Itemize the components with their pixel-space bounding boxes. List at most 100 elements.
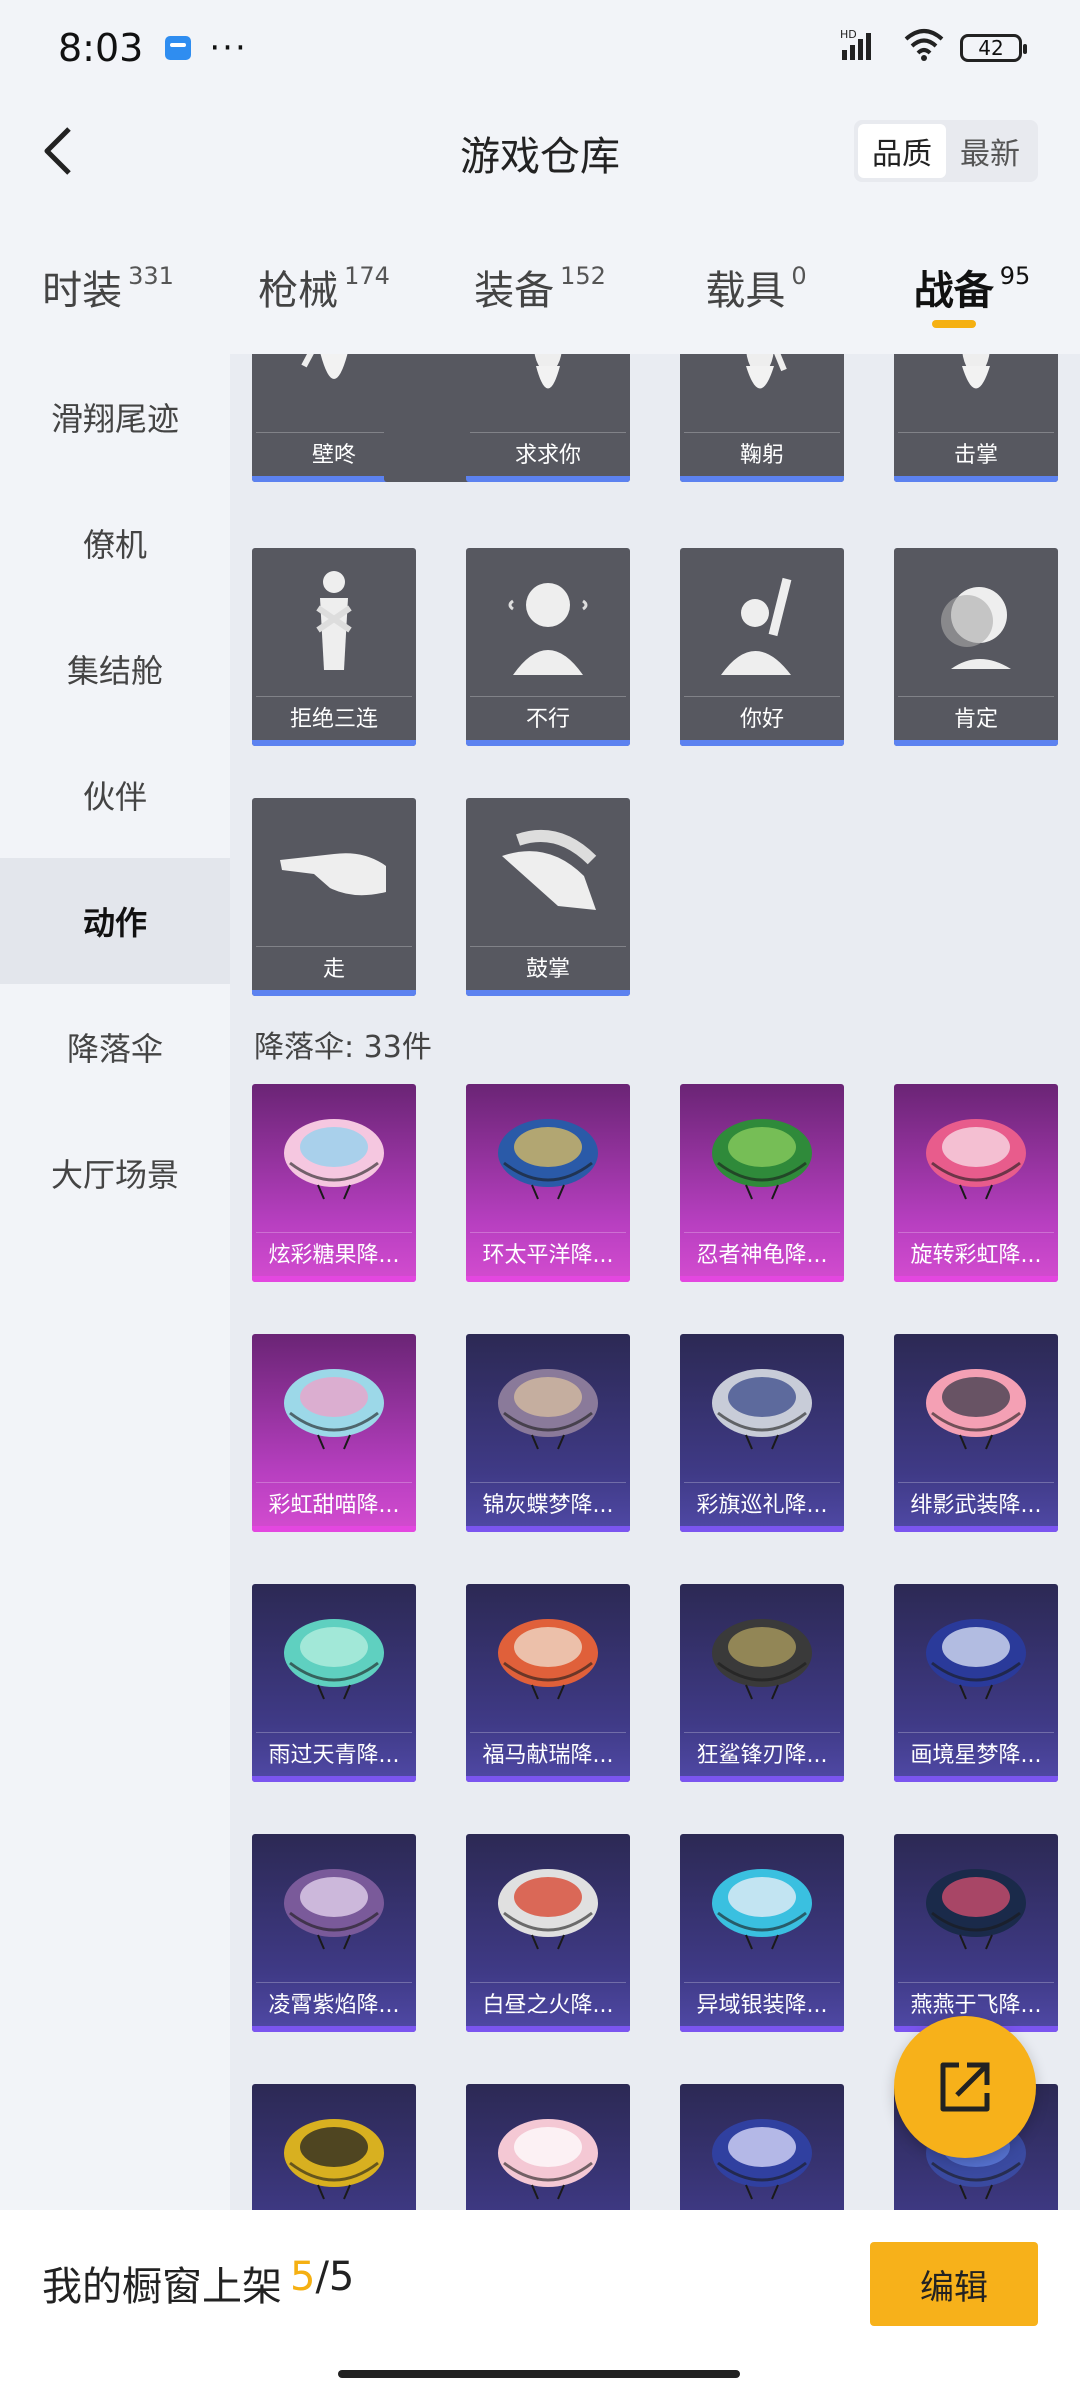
parachute-canopy-icon	[680, 1334, 844, 1478]
emote-figure-icon	[680, 354, 844, 428]
emote-card[interactable]: 不行	[466, 548, 630, 746]
parachute-card[interactable]	[466, 2084, 630, 2210]
emote-name: 走	[256, 946, 412, 986]
tab-label: 时装	[42, 268, 123, 314]
tab-count: 331	[128, 262, 174, 290]
emote-name: 你好	[684, 696, 840, 736]
parachute-card[interactable]: 燕燕于飞降...	[894, 1834, 1058, 2032]
rarity-bar	[466, 1526, 630, 1532]
parachute-card[interactable]: 凌霄紫焰降...	[252, 1834, 416, 2032]
rarity-bar	[252, 740, 416, 746]
parachute-canopy-icon	[252, 1584, 416, 1728]
sidebar-item-wingman[interactable]: 僚机	[0, 480, 230, 606]
parachute-card[interactable]: 绯影武装降...	[894, 1334, 1058, 1532]
showcase-status: 我的橱窗上架 5 /5	[42, 2254, 354, 2312]
parachute-canopy-icon	[252, 1334, 416, 1478]
active-tab-indicator	[932, 320, 976, 328]
rarity-bar	[252, 2026, 416, 2032]
tab-vehicles[interactable]: 载具 0	[648, 240, 864, 340]
emote-card[interactable]: 你好	[680, 548, 844, 746]
parachute-canopy-icon	[680, 1084, 844, 1228]
rarity-bar	[466, 476, 630, 482]
parachute-canopy-icon	[680, 1834, 844, 1978]
sidebar-item-emotes[interactable]: 动作	[0, 858, 230, 984]
emote-card[interactable]: 鞠躬	[680, 354, 844, 482]
head-shake-figure-icon	[466, 548, 630, 692]
parachute-name: 凌霄紫焰降...	[256, 1982, 412, 2022]
status-time: 8:03	[58, 26, 144, 70]
tab-equipment[interactable]: 装备 152	[432, 240, 648, 340]
parachute-canopy-icon	[252, 1084, 416, 1228]
parachute-canopy-icon	[894, 1584, 1058, 1728]
rarity-bar	[894, 740, 1058, 746]
sidebar-item-companion[interactable]: 伙伴	[0, 732, 230, 858]
nodding-head-icon	[894, 548, 1058, 692]
rarity-bar	[252, 1776, 416, 1782]
tab-guns[interactable]: 枪械 174	[216, 240, 432, 340]
emote-card[interactable]: 击掌	[894, 354, 1058, 482]
parachute-canopy-icon	[252, 2084, 416, 2210]
rarity-bar	[466, 990, 630, 996]
parachute-name: 狂鲨锋刃降...	[684, 1732, 840, 1772]
parachute-card[interactable]: 画境星梦降...	[894, 1584, 1058, 1782]
emote-name: 肯定	[898, 696, 1054, 736]
emote-name: 击掌	[898, 432, 1054, 472]
parachute-canopy-icon	[466, 1834, 630, 1978]
parachute-card[interactable]: 锦灰蝶梦降...	[466, 1334, 630, 1532]
tab-label: 枪械	[258, 268, 339, 314]
sidebar-item-glide-trail[interactable]: 滑翔尾迹	[0, 354, 230, 480]
parachute-card[interactable]: 忍者神龟降...	[680, 1084, 844, 1282]
parachute-card[interactable]: 彩旗巡礼降...	[680, 1334, 844, 1532]
parachute-canopy-icon	[466, 2084, 630, 2210]
parachute-card[interactable]: 彩虹甜喵降...	[252, 1334, 416, 1532]
wifi-icon	[902, 27, 946, 70]
parachute-name: 异域银装降...	[684, 1982, 840, 2022]
parachute-card[interactable]: 白昼之火降...	[466, 1834, 630, 2032]
parachute-name: 忍者神龟降...	[684, 1232, 840, 1272]
sidebar-item-parachute[interactable]: 降落伞	[0, 984, 230, 1110]
home-indicator[interactable]	[338, 2370, 740, 2378]
emote-card[interactable]: 肯定	[894, 548, 1058, 746]
parachute-name: 炫彩糖果降...	[256, 1232, 412, 1272]
parachute-canopy-icon	[252, 1834, 416, 1978]
parachute-card[interactable]: 福马献瑞降...	[466, 1584, 630, 1782]
parachute-name: 彩旗巡礼降...	[684, 1482, 840, 1522]
signal-icon: HD	[840, 26, 888, 71]
rarity-bar	[680, 740, 844, 746]
emote-card[interactable]: 鼓掌	[466, 798, 630, 996]
pointing-hand-icon	[252, 798, 416, 942]
rarity-bar	[252, 1276, 416, 1282]
share-external-icon	[940, 2062, 990, 2112]
rarity-bar	[252, 990, 416, 996]
sidebar: 滑翔尾迹 僚机 集结舱 伙伴 动作 降落伞 大厅场景	[0, 354, 230, 2214]
rarity-bar	[680, 1776, 844, 1782]
edit-button[interactable]: 编辑	[870, 2242, 1038, 2326]
parachute-card[interactable]: 狂鲨锋刃降...	[680, 1584, 844, 1782]
parachute-card[interactable]: 炫彩糖果降...	[252, 1084, 416, 1282]
rarity-bar	[894, 476, 1058, 482]
emote-name: 不行	[470, 696, 626, 736]
emote-card[interactable]: 拒绝三连	[252, 548, 416, 746]
share-button[interactable]	[894, 2016, 1036, 2158]
rarity-bar	[466, 1276, 630, 1282]
parachute-canopy-icon	[894, 1834, 1058, 1978]
tab-battle-gear[interactable]: 战备 95	[864, 240, 1080, 340]
emote-card[interactable]: 走	[252, 798, 416, 996]
sort-newest-button[interactable]: 最新	[946, 124, 1034, 178]
parachute-card[interactable]: 环太平洋降...	[466, 1084, 630, 1282]
parachute-card[interactable]	[252, 2084, 416, 2210]
rarity-bar	[680, 476, 844, 482]
sidebar-item-lobby-scene[interactable]: 大厅场景	[0, 1110, 230, 1236]
signal-hd-label: HD	[840, 28, 857, 41]
category-tabs: 时装 331 枪械 174 装备 152 载具 0 战备 95	[0, 240, 1080, 340]
parachute-card[interactable]	[680, 2084, 844, 2210]
parachute-card[interactable]: 雨过天青降...	[252, 1584, 416, 1782]
clapping-hands-icon	[466, 798, 630, 942]
sort-quality-button[interactable]: 品质	[858, 124, 946, 178]
sidebar-item-rally-pod[interactable]: 集结舱	[0, 606, 230, 732]
tab-fashion[interactable]: 时装 331	[0, 240, 216, 340]
parachute-card[interactable]: 旋转彩虹降...	[894, 1084, 1058, 1282]
app-notification-icon	[165, 36, 192, 60]
parachute-card[interactable]: 异域银装降...	[680, 1834, 844, 2032]
emote-card[interactable]: 求求你	[466, 354, 630, 482]
